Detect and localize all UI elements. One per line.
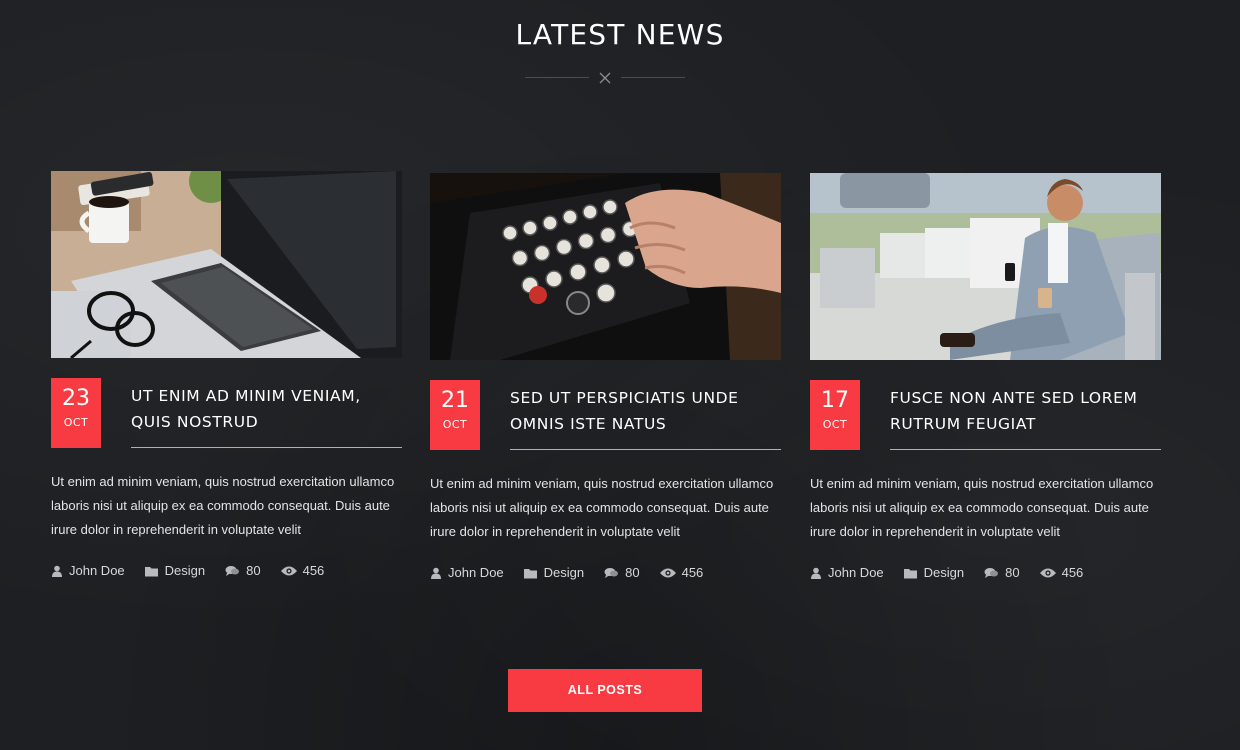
date-badge: 23 OCT — [51, 378, 101, 448]
comments-icon — [604, 567, 619, 578]
post-image-businessman[interactable] — [810, 173, 1161, 360]
eye-icon — [280, 566, 297, 575]
post-excerpt: Ut enim ad minim veniam, quis nostrud ex… — [810, 476, 1154, 539]
meta-author[interactable]: John Doe — [810, 565, 884, 580]
post-title-line-2[interactable]: RUTRUM FEUGIAT — [890, 415, 1036, 433]
news-card: 17 OCT FUSCE NON ANTE SED LOREM RUTRUM F… — [810, 173, 1161, 593]
section-title: LATEST NEWS — [515, 18, 725, 51]
date-day: 23 — [62, 386, 90, 411]
news-card: 21 OCT SED UT PERSPICIATIS UNDE OMNIS IS… — [430, 173, 781, 593]
post-image-laptop[interactable] — [51, 171, 402, 358]
meta-category[interactable]: Design — [144, 563, 205, 578]
user-icon — [431, 567, 441, 579]
meta-comments[interactable]: 80 — [984, 565, 1020, 580]
post-title-line-2[interactable]: QUIS NOSTRUD — [131, 413, 258, 431]
date-month: OCT — [822, 418, 848, 431]
folder-icon — [523, 568, 537, 578]
post-title[interactable]: SED UT PERSPICIATIS UNDE OMNIS ISTE NATU… — [510, 385, 781, 450]
post-meta: John Doe Design 80 456 — [51, 563, 344, 578]
date-day: 17 — [821, 388, 849, 413]
meta-views: 456 — [659, 565, 703, 580]
close-x-icon — [599, 72, 611, 84]
meta-category[interactable]: Design — [903, 565, 964, 580]
date-month: OCT — [442, 418, 468, 431]
meta-category[interactable]: Design — [523, 565, 584, 580]
user-icon — [52, 565, 62, 577]
date-badge: 17 OCT — [810, 380, 860, 450]
eye-icon — [1039, 568, 1056, 577]
meta-views: 456 — [280, 563, 324, 578]
comments-icon — [984, 567, 999, 578]
title-divider — [525, 68, 685, 88]
divider-line-right — [621, 77, 685, 78]
post-title-line-2[interactable]: OMNIS ISTE NATUS — [510, 415, 666, 433]
post-meta: John Doe Design 80 456 — [810, 565, 1103, 580]
post-title-line-1[interactable]: UT ENIM AD MINIM VENIAM, — [131, 387, 361, 405]
post-meta: John Doe Design 80 456 — [430, 565, 723, 580]
post-excerpt: Ut enim ad minim veniam, quis nostrud ex… — [430, 476, 774, 539]
post-title-line-1[interactable]: FUSCE NON ANTE SED LOREM — [890, 389, 1137, 407]
news-card: 23 OCT UT ENIM AD MINIM VENIAM, QUIS NOS… — [51, 171, 402, 591]
post-title[interactable]: FUSCE NON ANTE SED LOREM RUTRUM FEUGIAT — [890, 385, 1161, 450]
user-icon — [811, 567, 821, 579]
divider-line-left — [525, 77, 589, 78]
meta-author[interactable]: John Doe — [430, 565, 504, 580]
post-excerpt: Ut enim ad minim veniam, quis nostrud ex… — [51, 474, 395, 537]
folder-icon — [903, 568, 917, 578]
post-title[interactable]: UT ENIM AD MINIM VENIAM, QUIS NOSTRUD — [131, 383, 402, 448]
folder-icon — [144, 566, 158, 576]
date-badge: 21 OCT — [430, 380, 480, 450]
meta-views: 456 — [1039, 565, 1083, 580]
all-posts-button[interactable]: ALL POSTS — [508, 669, 702, 712]
post-title-line-1[interactable]: SED UT PERSPICIATIS UNDE — [510, 389, 739, 407]
eye-icon — [659, 568, 676, 577]
post-image-typewriter[interactable] — [430, 173, 781, 360]
meta-comments[interactable]: 80 — [225, 563, 261, 578]
date-month: OCT — [63, 416, 89, 429]
date-day: 21 — [441, 388, 469, 413]
comments-icon — [225, 565, 240, 576]
meta-comments[interactable]: 80 — [604, 565, 640, 580]
meta-author[interactable]: John Doe — [51, 563, 125, 578]
